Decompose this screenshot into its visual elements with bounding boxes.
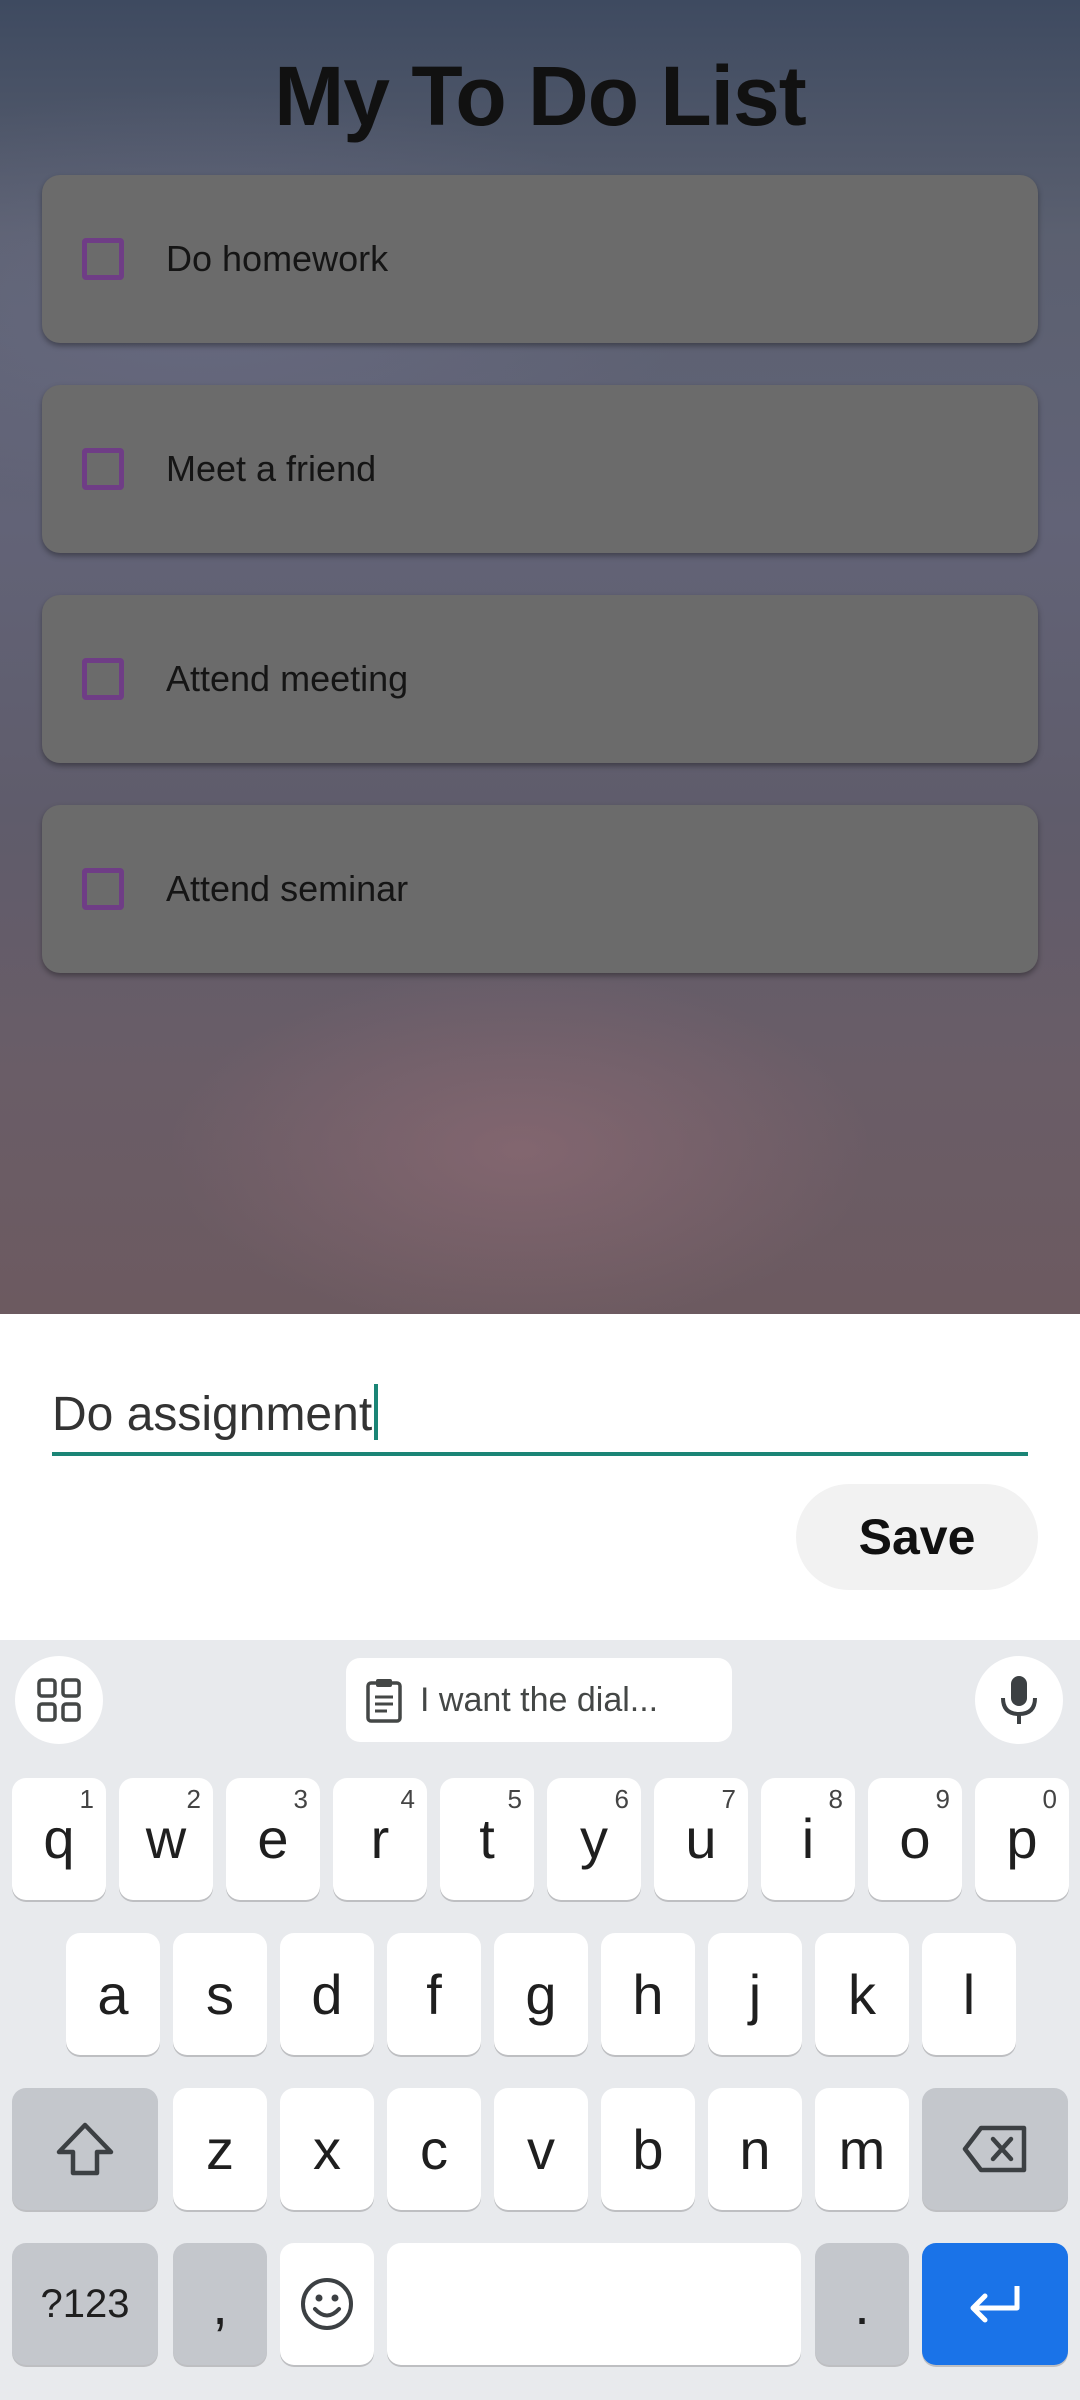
key-c[interactable]: c: [387, 2088, 481, 2210]
key-u[interactable]: u7: [654, 1778, 748, 1900]
space-key[interactable]: [387, 2243, 801, 2365]
key-l[interactable]: l: [922, 1933, 1016, 2055]
key-label: w: [145, 1807, 187, 1870]
key-a[interactable]: a: [66, 1933, 160, 2055]
backspace-icon: [962, 2125, 1027, 2173]
task-input-text: Do assignment: [52, 1384, 379, 1442]
task-label: Attend seminar: [166, 868, 409, 909]
key-x[interactable]: x: [280, 2088, 374, 2210]
comma-key[interactable]: ,: [173, 2243, 267, 2365]
key-z[interactable]: z: [173, 2088, 267, 2210]
shift-icon: [56, 2122, 114, 2176]
key-hint: 7: [721, 1784, 736, 1814]
key-hint: 3: [293, 1784, 308, 1814]
task-checkbox[interactable]: [82, 868, 124, 910]
save-button[interactable]: Save: [796, 1484, 1038, 1590]
key-label: u: [685, 1807, 717, 1870]
task-input[interactable]: Do assignment: [52, 1370, 1028, 1456]
key-f[interactable]: f: [387, 1933, 481, 2055]
key-g[interactable]: g: [494, 1933, 588, 2055]
emoji-key[interactable]: [280, 2243, 374, 2365]
task-input-value: Do assignment: [52, 1388, 373, 1441]
app-background: My To Do List Do homework Meet a friend …: [0, 0, 1080, 1314]
key-n[interactable]: n: [708, 2088, 802, 2210]
period-key[interactable]: .: [815, 2243, 909, 2365]
page-title: My To Do List: [274, 49, 806, 143]
keyboard: I want the dial... q1 w2 e3 r4 t5 y6 u7 …: [0, 1640, 1080, 2400]
task-checkbox[interactable]: [82, 658, 124, 700]
key-hint: 2: [186, 1784, 201, 1814]
emoji-icon: [301, 2278, 353, 2330]
task-item-meet-a-friend[interactable]: Meet a friend: [42, 385, 1038, 553]
backspace-key[interactable]: [922, 2088, 1068, 2210]
symbols-key[interactable]: ?123: [12, 2243, 158, 2365]
text-cursor: [374, 1384, 379, 1440]
key-h[interactable]: h: [601, 1933, 695, 2055]
key-hint: 8: [828, 1784, 843, 1814]
key-o[interactable]: o9: [868, 1778, 962, 1900]
key-k[interactable]: k: [815, 1933, 909, 2055]
key-t[interactable]: t5: [440, 1778, 534, 1900]
key-label: e: [257, 1807, 289, 1870]
enter-key[interactable]: [922, 2243, 1068, 2365]
apps-grid-button[interactable]: [15, 1656, 103, 1744]
key-label: o: [899, 1807, 931, 1870]
voice-input-button[interactable]: [975, 1656, 1063, 1744]
key-hint: 5: [507, 1784, 522, 1814]
key-p[interactable]: p0: [975, 1778, 1069, 1900]
key-hint: 0: [1042, 1784, 1057, 1814]
key-i[interactable]: i8: [761, 1778, 855, 1900]
task-item-attend-seminar[interactable]: Attend seminar: [42, 805, 1038, 973]
key-label: q: [43, 1807, 75, 1870]
task-list: Do homework Meet a friend Attend meeting…: [42, 175, 1038, 1015]
key-label: i: [801, 1807, 815, 1870]
key-d[interactable]: d: [280, 1933, 374, 2055]
key-e[interactable]: e3: [226, 1778, 320, 1900]
clipboard-suggestion[interactable]: I want the dial...: [346, 1658, 732, 1742]
key-b[interactable]: b: [601, 2088, 695, 2210]
task-item-do-homework[interactable]: Do homework: [42, 175, 1038, 343]
task-checkbox[interactable]: [82, 238, 124, 280]
key-j[interactable]: j: [708, 1933, 802, 2055]
key-r[interactable]: r4: [333, 1778, 427, 1900]
key-w[interactable]: w2: [119, 1778, 213, 1900]
task-item-attend-meeting[interactable]: Attend meeting: [42, 595, 1038, 763]
key-hint: 4: [400, 1784, 415, 1814]
key-hint: 1: [79, 1784, 94, 1814]
key-label: t: [479, 1807, 495, 1870]
key-hint: 9: [935, 1784, 950, 1814]
clipboard-icon: [366, 1679, 402, 1723]
keyboard-toolbar: I want the dial...: [0, 1640, 1080, 1760]
grid-icon: [37, 1678, 81, 1722]
task-label: Meet a friend: [166, 448, 377, 489]
key-label: y: [580, 1807, 608, 1870]
task-checkbox[interactable]: [82, 448, 124, 490]
task-label: Do homework: [166, 238, 389, 279]
shift-key[interactable]: [12, 2088, 158, 2210]
task-label: Attend meeting: [166, 658, 409, 699]
enter-icon: [970, 2286, 1020, 2323]
key-s[interactable]: s: [173, 1933, 267, 2055]
clipboard-text: I want the dial...: [420, 1680, 659, 1719]
add-task-sheet: [0, 1314, 1080, 1640]
key-label: p: [1006, 1807, 1038, 1870]
microphone-icon: [1001, 1676, 1037, 1724]
key-hint: 6: [614, 1784, 629, 1814]
key-m[interactable]: m: [815, 2088, 909, 2210]
key-y[interactable]: y6: [547, 1778, 641, 1900]
key-label: r: [370, 1807, 390, 1870]
key-v[interactable]: v: [494, 2088, 588, 2210]
key-q[interactable]: q1: [12, 1778, 106, 1900]
